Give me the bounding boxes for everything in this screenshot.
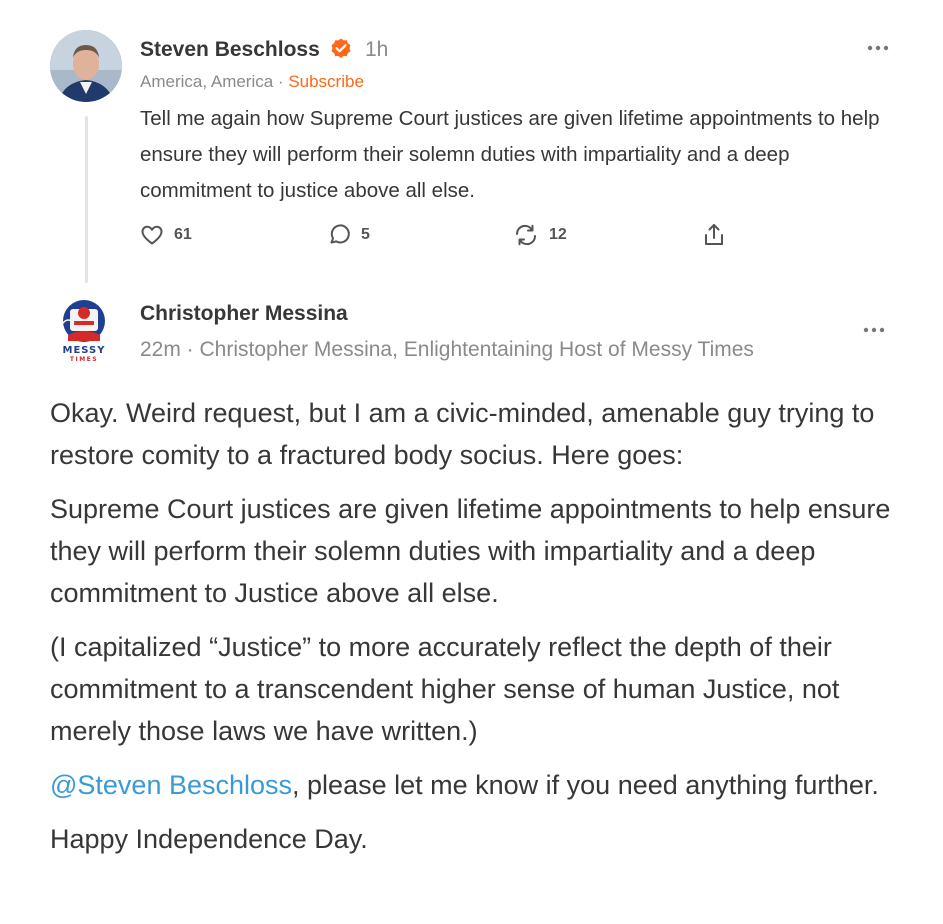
more-options-icon[interactable]	[866, 40, 890, 56]
more-options-icon[interactable]	[862, 322, 886, 338]
like-count: 61	[174, 226, 192, 243]
author-name[interactable]: Steven Beschloss	[140, 38, 320, 62]
note-body: Okay. Weird request, but I am a civic-mi…	[50, 392, 910, 872]
timestamp[interactable]: 1h	[365, 38, 388, 62]
paragraph: (I capitalized “Justice” to more accurat…	[50, 632, 840, 746]
author-meta: 22m · Christopher Messina, Enlightentain…	[140, 338, 754, 361]
restack-button[interactable]: 12	[513, 223, 567, 247]
restack-count: 12	[549, 226, 567, 243]
avatar-brand-text: MESSY	[63, 345, 106, 356]
location-label: America, America	[140, 72, 274, 91]
author-meta: America, America · Subscribe	[140, 72, 364, 92]
note-body: Tell me again how Supreme Court justices…	[140, 107, 880, 202]
comment-icon	[330, 224, 350, 244]
heart-icon	[141, 225, 163, 245]
author-name[interactable]: Christopher Messina	[140, 302, 348, 326]
paragraph: @Steven Beschloss, please let me know if…	[50, 764, 910, 806]
paragraph-text: , please let me know if you need anythin…	[292, 770, 879, 800]
like-button[interactable]: 61	[140, 223, 192, 247]
share-button[interactable]	[702, 222, 726, 248]
paragraph: Supreme Court justices are given lifetim…	[50, 494, 891, 608]
comment-count: 5	[361, 226, 370, 243]
comment-button[interactable]: 5	[327, 223, 370, 247]
subscribe-link[interactable]: Subscribe	[288, 72, 364, 91]
thread-connector-line	[85, 116, 88, 283]
separator: ·	[273, 72, 289, 91]
restack-icon	[515, 224, 537, 246]
avatar-brand-subtext: TIMES	[70, 356, 98, 363]
share-icon	[705, 224, 723, 245]
paragraph: Happy Independence Day.	[50, 824, 368, 854]
mention-link[interactable]: @Steven Beschloss	[50, 770, 292, 800]
avatar-steven-beschloss[interactable]	[50, 30, 122, 102]
paragraph: Okay. Weird request, but I am a civic-mi…	[50, 398, 875, 470]
verified-badge-icon	[329, 37, 353, 61]
avatar-messy-times[interactable]: MESSY TIMES	[52, 297, 116, 363]
